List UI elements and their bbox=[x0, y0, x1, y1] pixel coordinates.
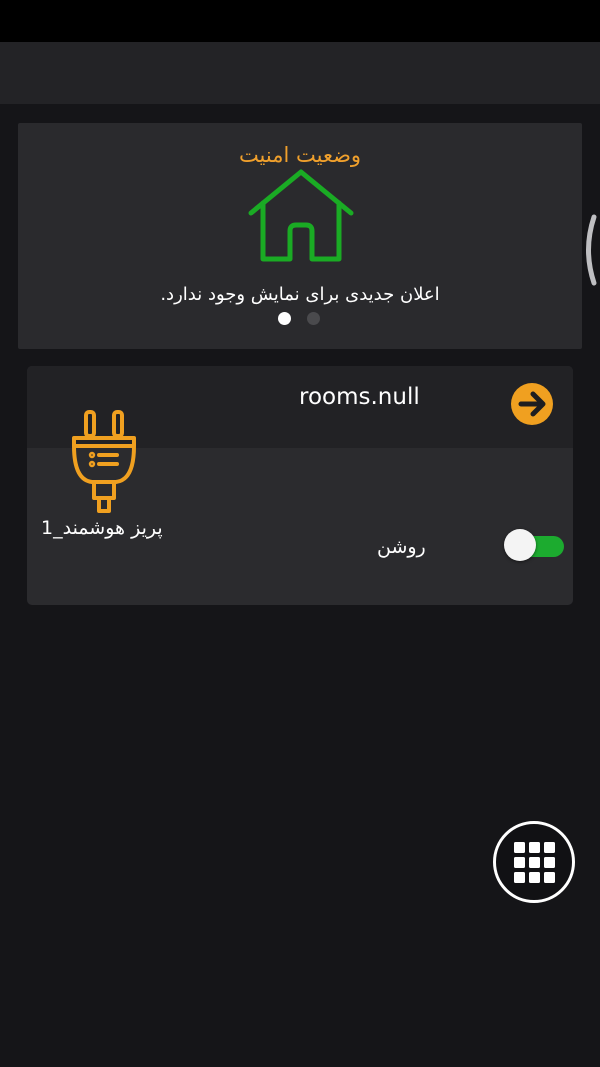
house-icon bbox=[248, 169, 354, 262]
page-dot-active[interactable] bbox=[278, 312, 291, 325]
open-room-button[interactable] bbox=[511, 383, 553, 425]
edge-swipe-handle[interactable] bbox=[580, 214, 600, 286]
security-title: وضعیت امنیت bbox=[238, 143, 362, 167]
device-power-toggle[interactable] bbox=[504, 529, 564, 561]
toggle-knob bbox=[504, 529, 536, 561]
room-title: rooms.null bbox=[299, 384, 420, 410]
grid-menu-button[interactable] bbox=[493, 821, 575, 903]
security-message: اعلان جدیدی برای نمایش وجود ندارد. bbox=[160, 284, 440, 305]
room-card: rooms.null پریز هوشمند_1 روشن bbox=[27, 366, 573, 605]
status-bar bbox=[0, 0, 600, 42]
grid-icon bbox=[514, 842, 555, 883]
device-state-label: روشن bbox=[377, 536, 426, 558]
top-app-bar bbox=[0, 42, 600, 104]
page-dot[interactable] bbox=[307, 312, 320, 325]
page-indicator bbox=[278, 312, 338, 326]
security-status-card[interactable]: وضعیت امنیت اعلان جدیدی برای نمایش وجود … bbox=[18, 123, 582, 349]
arrow-right-icon bbox=[518, 391, 546, 417]
device-name: پریز هوشمند_1 bbox=[41, 517, 163, 539]
plug-icon[interactable] bbox=[71, 410, 137, 514]
